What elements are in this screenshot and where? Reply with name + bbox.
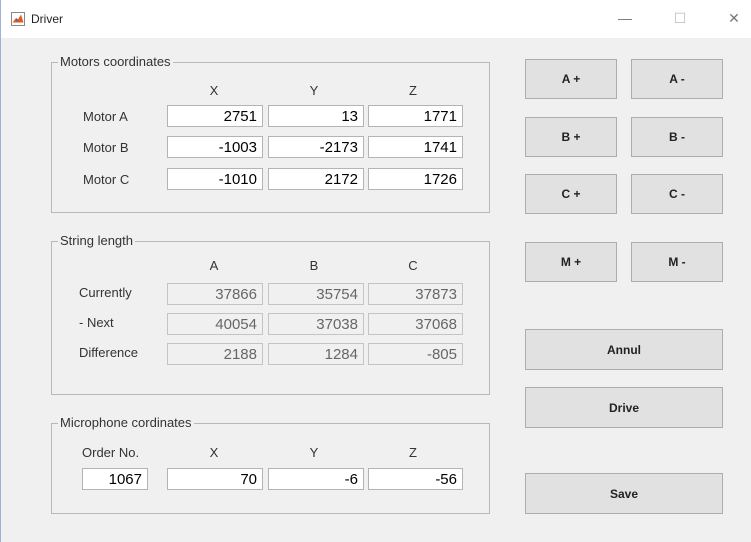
matlab-figure-icon [11, 12, 25, 26]
difference-b-field [268, 343, 364, 365]
mic-y-field[interactable] [268, 468, 364, 490]
drive-button[interactable]: Drive [525, 387, 723, 428]
string-panel-title: String length [58, 233, 135, 248]
motor-b-label: Motor B [83, 140, 129, 155]
mic-z-field[interactable] [368, 468, 463, 490]
maximize-button[interactable]: ☐ [670, 8, 690, 28]
motors-header-x: X [209, 83, 219, 98]
m-plus-button[interactable]: M + [525, 242, 617, 282]
motor-c-label: Motor C [83, 172, 130, 187]
save-button[interactable]: Save [525, 473, 723, 514]
m-minus-button[interactable]: M - [631, 242, 723, 282]
motor-b-y-field[interactable] [268, 136, 364, 158]
motor-a-z-field[interactable] [368, 105, 463, 127]
difference-a-field [167, 343, 263, 365]
next-b-field [268, 313, 364, 335]
mic-header-y: Y [309, 445, 319, 460]
driver-window: Driver — ☐ ✕ Motors coordinates X Y Z Mo… [0, 0, 751, 542]
motors-panel-title: Motors coordinates [58, 54, 173, 69]
string-header-a: A [209, 258, 219, 273]
window-title: Driver [31, 12, 63, 26]
motor-a-y-field[interactable] [268, 105, 364, 127]
minimize-button[interactable]: — [615, 8, 635, 28]
motors-header-y: Y [309, 83, 319, 98]
difference-c-field [368, 343, 463, 365]
motor-c-x-field[interactable] [167, 168, 263, 190]
next-c-field [368, 313, 463, 335]
title-bar: Driver — ☐ ✕ [1, 0, 751, 38]
a-plus-button[interactable]: A + [525, 59, 617, 99]
motors-header-z: Z [409, 83, 417, 98]
currently-label: Currently [79, 285, 132, 300]
mic-header-x: X [209, 445, 219, 460]
mic-header-z: Z [409, 445, 417, 460]
b-plus-button[interactable]: B + [525, 117, 617, 157]
currently-b-field [268, 283, 364, 305]
c-plus-button[interactable]: C + [525, 174, 617, 214]
order-no-header: Order No. [82, 445, 140, 460]
c-minus-button[interactable]: C - [631, 174, 723, 214]
motor-b-x-field[interactable] [167, 136, 263, 158]
motor-a-label: Motor A [83, 109, 128, 124]
b-minus-button[interactable]: B - [631, 117, 723, 157]
difference-label: Difference [79, 345, 139, 360]
a-minus-button[interactable]: A - [631, 59, 723, 99]
order-no-field[interactable] [82, 468, 148, 490]
string-header-b: B [309, 258, 319, 273]
close-button[interactable]: ✕ [724, 8, 744, 28]
motor-a-x-field[interactable] [167, 105, 263, 127]
string-header-c: C [408, 258, 418, 273]
mic-panel-title: Microphone cordinates [58, 415, 194, 430]
motor-c-y-field[interactable] [268, 168, 364, 190]
annul-button[interactable]: Annul [525, 329, 723, 370]
motor-b-z-field[interactable] [368, 136, 463, 158]
currently-a-field [167, 283, 263, 305]
mic-x-field[interactable] [167, 468, 263, 490]
motor-c-z-field[interactable] [368, 168, 463, 190]
next-a-field [167, 313, 263, 335]
next-label: - Next [79, 315, 114, 330]
currently-c-field [368, 283, 463, 305]
